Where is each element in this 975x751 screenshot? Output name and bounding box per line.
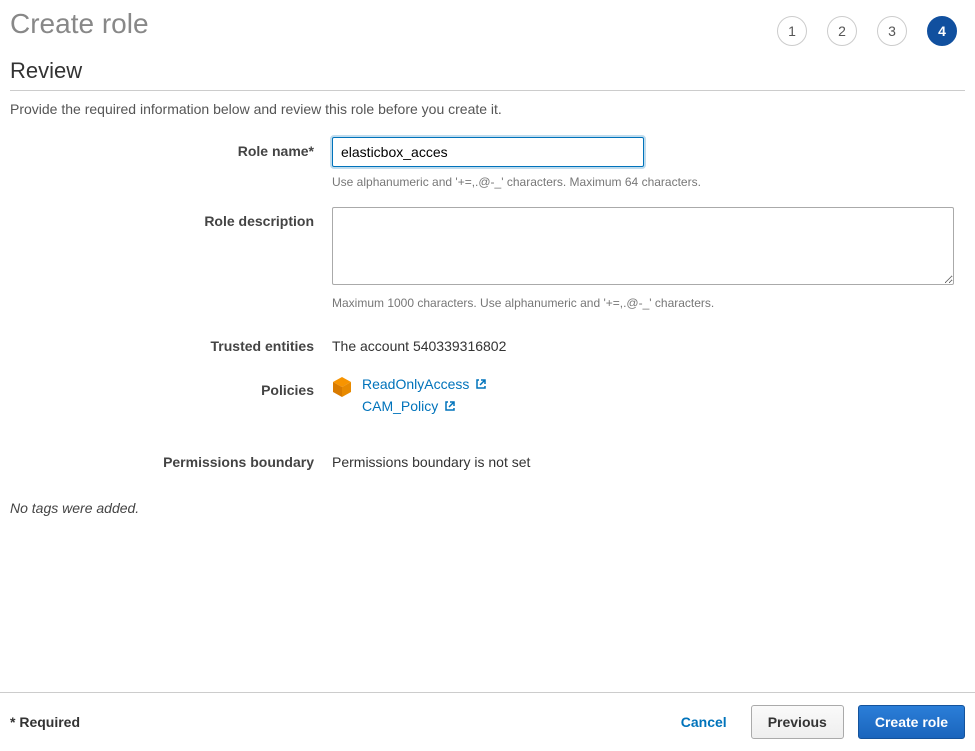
role-name-helper: Use alphanumeric and '+=,.@-_' character…: [332, 175, 965, 189]
create-role-button[interactable]: Create role: [858, 705, 965, 739]
policy-link-label: ReadOnlyAccess: [362, 376, 469, 392]
role-description-textarea[interactable]: [332, 207, 954, 285]
role-description-label: Role description: [10, 207, 332, 229]
trusted-entities-value: The account 540339316802: [332, 332, 965, 354]
policy-cube-icon: [332, 376, 352, 398]
step-2[interactable]: 2: [827, 16, 857, 46]
role-description-helper: Maximum 1000 characters. Use alphanumeri…: [332, 296, 965, 310]
policy-link-label: CAM_Policy: [362, 398, 438, 414]
external-link-icon: [475, 378, 487, 390]
permissions-boundary-value: Permissions boundary is not set: [332, 448, 965, 470]
step-1[interactable]: 1: [777, 16, 807, 46]
review-subtitle: Review: [0, 46, 975, 90]
tags-note: No tags were added.: [0, 488, 975, 528]
cancel-button[interactable]: Cancel: [671, 706, 737, 738]
required-note: * Required: [10, 714, 80, 730]
role-name-label: Role name*: [10, 137, 332, 159]
previous-button[interactable]: Previous: [751, 705, 844, 739]
step-3[interactable]: 3: [877, 16, 907, 46]
step-4: 4: [927, 16, 957, 46]
footer: * Required Cancel Previous Create role: [0, 692, 975, 751]
page-title: Create role: [10, 8, 149, 40]
role-name-input[interactable]: [332, 137, 644, 167]
external-link-icon: [444, 400, 456, 412]
review-instructions: Provide the required information below a…: [0, 91, 975, 137]
policy-link-cam-policy[interactable]: CAM_Policy: [362, 398, 487, 414]
wizard-stepper: 1 2 3 4: [777, 8, 965, 46]
permissions-boundary-label: Permissions boundary: [10, 448, 332, 470]
trusted-entities-label: Trusted entities: [10, 332, 332, 354]
policy-link-readonlyaccess[interactable]: ReadOnlyAccess: [362, 376, 487, 392]
policies-label: Policies: [10, 376, 332, 398]
